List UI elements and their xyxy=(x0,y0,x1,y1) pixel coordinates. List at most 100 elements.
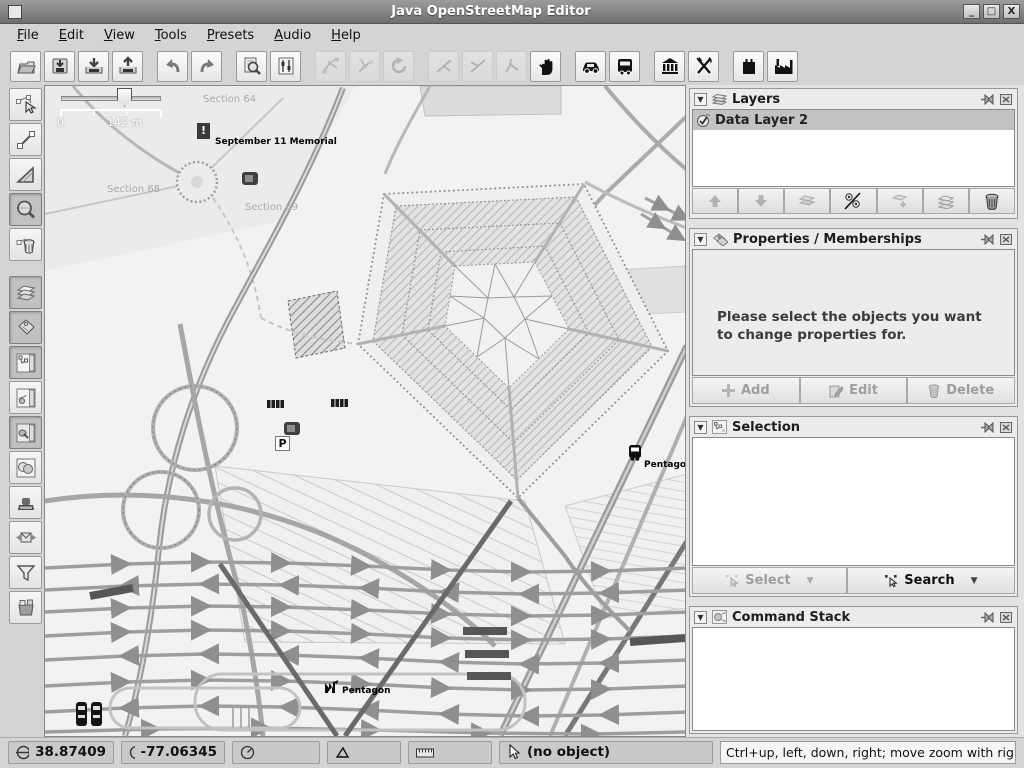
collapse-icon[interactable]: ▼ xyxy=(694,233,707,246)
tags-icon xyxy=(712,233,728,246)
longitude-icon xyxy=(129,745,135,760)
merge-layer-button[interactable] xyxy=(877,188,923,214)
measure-tool-button[interactable] xyxy=(9,158,42,191)
menu-edit[interactable]: Edit xyxy=(50,26,93,45)
delete-layer-button[interactable] xyxy=(969,188,1015,214)
tag-icon xyxy=(14,316,38,340)
relation-dialog-button[interactable] xyxy=(9,381,42,414)
properties-dialog-button[interactable] xyxy=(9,311,42,344)
restaurant-preset-button[interactable] xyxy=(688,51,719,82)
pan-hand-button[interactable] xyxy=(530,51,561,82)
add-property-button[interactable]: Add xyxy=(692,377,800,404)
move-layer-down-button[interactable] xyxy=(738,188,784,214)
window-title: Java OpenStreetMap Editor xyxy=(22,4,960,19)
combine-way-button[interactable] xyxy=(315,51,346,82)
selection-list[interactable] xyxy=(692,437,1015,566)
draw-nodes-tool-button[interactable] xyxy=(9,123,42,156)
mappaint-dialog-button[interactable] xyxy=(9,416,42,449)
activate-layer-button[interactable] xyxy=(784,188,830,214)
layer-visible-icon[interactable] xyxy=(696,113,711,128)
map-view[interactable]: 0 142 m Section 64 Section 68 Section 69… xyxy=(44,85,686,737)
menu-help[interactable]: Help xyxy=(322,26,370,45)
bank-preset-button[interactable] xyxy=(654,51,685,82)
app-icon xyxy=(8,5,22,19)
sticky-button[interactable] xyxy=(980,233,994,246)
menu-tools[interactable]: Tools xyxy=(146,26,196,45)
select-button[interactable]: Select ▼ xyxy=(692,567,847,594)
sticky-button[interactable] xyxy=(980,611,994,624)
sticky-button[interactable] xyxy=(980,421,994,434)
close-button[interactable]: X xyxy=(1003,4,1020,19)
zoom-tool-icon xyxy=(14,198,38,222)
show-hide-layer-button[interactable] xyxy=(830,188,876,214)
layers-list[interactable]: Data Layer 2 xyxy=(692,109,1015,187)
align-nodes-button[interactable] xyxy=(496,51,527,82)
merge-nodes-button[interactable] xyxy=(462,51,493,82)
bus-preset-button[interactable] xyxy=(609,51,640,82)
conflict-dialog-button[interactable] xyxy=(9,451,42,484)
save-file-button[interactable] xyxy=(44,51,75,82)
align-nodes-icon xyxy=(501,55,523,77)
menu-presets[interactable]: Presets xyxy=(198,26,263,45)
close-panel-button[interactable] xyxy=(999,93,1013,106)
arrow-down-icon xyxy=(753,193,769,209)
trash-icon xyxy=(984,193,1000,210)
subway-icon xyxy=(323,678,340,695)
select-tool-button[interactable] xyxy=(9,88,42,121)
zoom-slider[interactable] xyxy=(61,96,161,101)
minimize-button[interactable]: _ xyxy=(963,4,980,19)
collapse-icon[interactable]: ▼ xyxy=(694,93,707,106)
undo-button[interactable] xyxy=(157,51,188,82)
move-layer-up-button[interactable] xyxy=(692,188,738,214)
preferences-button[interactable] xyxy=(270,51,301,82)
car-preset-button[interactable] xyxy=(575,51,606,82)
close-panel-button[interactable] xyxy=(999,611,1013,624)
redo-button[interactable] xyxy=(191,51,222,82)
split-way-button[interactable] xyxy=(349,51,380,82)
redo-icon xyxy=(196,55,218,77)
maximize-button[interactable]: □ xyxy=(983,4,1000,19)
upload-data-button[interactable] xyxy=(112,51,143,82)
menu-view[interactable]: View xyxy=(95,26,144,45)
mappaint-icon xyxy=(14,421,38,445)
delete-property-button[interactable]: Delete xyxy=(907,377,1015,404)
layer-row[interactable]: Data Layer 2 xyxy=(693,110,1014,130)
search-dropdown-caret[interactable]: ▼ xyxy=(971,576,978,586)
filter-dialog-button[interactable] xyxy=(9,556,42,589)
bus-stop-icon xyxy=(75,702,88,728)
unglue-way-icon xyxy=(433,55,455,77)
menu-file[interactable]: File xyxy=(8,26,48,45)
close-panel-button[interactable] xyxy=(999,233,1013,246)
unglue-way-button[interactable] xyxy=(428,51,459,82)
poi-label-pentagon-metro: Pentagon xyxy=(342,686,391,696)
authors-dialog-button[interactable] xyxy=(9,486,42,519)
menu-audio[interactable]: Audio xyxy=(265,26,320,45)
search-button[interactable] xyxy=(236,51,267,82)
open-file-button[interactable] xyxy=(10,51,41,82)
zoom-tool-button[interactable] xyxy=(9,193,42,226)
edit-property-button[interactable]: Edit xyxy=(800,377,908,404)
sticky-button[interactable] xyxy=(980,93,994,106)
selection-dialog-button[interactable] xyxy=(9,346,42,379)
bus-icon xyxy=(614,55,636,77)
bank-icon xyxy=(659,55,681,77)
command-stack-list[interactable] xyxy=(692,627,1015,731)
merge-dialog-button[interactable] xyxy=(9,521,42,554)
layers-dialog-button[interactable] xyxy=(9,276,42,309)
upload-data-icon xyxy=(117,55,139,77)
changeset-dialog-button[interactable] xyxy=(9,591,42,624)
castle-preset-button[interactable] xyxy=(733,51,764,82)
merge-layer-icon xyxy=(891,193,909,209)
delete-tool-button[interactable] xyxy=(9,228,42,261)
cursor-icon xyxy=(507,744,521,761)
heading-field xyxy=(232,741,320,764)
duplicate-layer-button[interactable] xyxy=(923,188,969,214)
collapse-icon[interactable]: ▼ xyxy=(694,611,707,624)
refresh-data-button[interactable] xyxy=(383,51,414,82)
select-dropdown-caret[interactable]: ▼ xyxy=(807,576,814,586)
search-selection-button[interactable]: Search ▼ xyxy=(847,567,1015,594)
factory-preset-button[interactable] xyxy=(767,51,798,82)
download-data-button[interactable] xyxy=(78,51,109,82)
close-panel-button[interactable] xyxy=(999,421,1013,434)
collapse-icon[interactable]: ▼ xyxy=(694,421,707,434)
